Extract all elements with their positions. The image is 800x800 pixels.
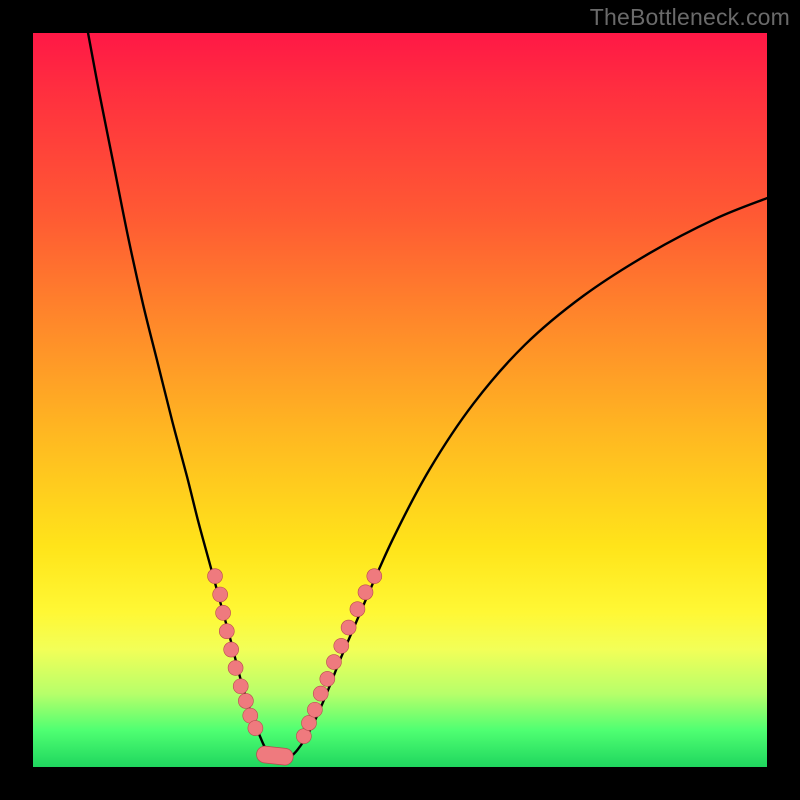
marker-dot xyxy=(350,602,365,617)
marker-dot xyxy=(216,605,231,620)
marker-dot xyxy=(334,638,349,653)
marker-dot xyxy=(320,671,335,686)
marker-dot xyxy=(248,721,263,736)
marker-pill xyxy=(265,755,285,757)
marker-dot xyxy=(367,569,382,584)
marker-dot xyxy=(313,686,328,701)
watermark-text: TheBottleneck.com xyxy=(590,4,790,31)
marker-dot xyxy=(233,679,248,694)
plot-area xyxy=(33,33,767,767)
marker-dot xyxy=(228,660,243,675)
marker-dot xyxy=(301,715,316,730)
marker-dot xyxy=(208,569,223,584)
chart-frame: TheBottleneck.com xyxy=(0,0,800,800)
marker-dot xyxy=(296,729,311,744)
bottleneck-curve xyxy=(88,33,767,759)
marker-dot xyxy=(341,620,356,635)
marker-dot xyxy=(307,702,322,717)
marker-dot xyxy=(213,587,228,602)
marker-dot xyxy=(219,624,234,639)
marker-dot xyxy=(358,585,373,600)
marker-dot xyxy=(238,693,253,708)
marker-dot xyxy=(326,655,341,670)
marker-dot xyxy=(224,642,239,657)
curve-layer xyxy=(33,33,767,767)
curve-markers xyxy=(208,569,382,757)
